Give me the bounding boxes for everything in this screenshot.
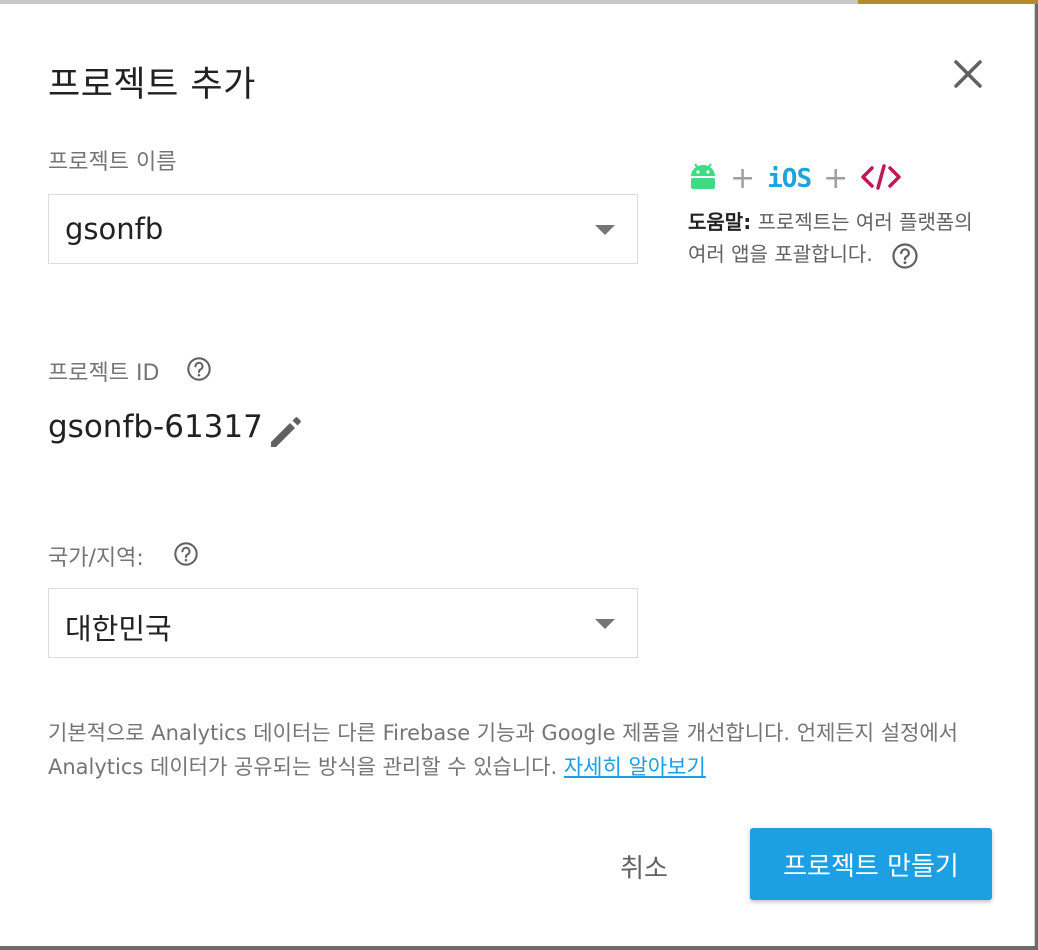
project-name-label: 프로젝트 이름 xyxy=(48,150,177,175)
analytics-notice-text: 기본적으로 Analytics 데이터는 다른 Firebase 기능과 Goo… xyxy=(48,721,958,779)
help-title: 도움말: xyxy=(688,210,752,234)
analytics-notice: 기본적으로 Analytics 데이터는 다른 Firebase 기능과 Goo… xyxy=(48,716,988,784)
edit-pencil-icon[interactable] xyxy=(266,412,306,452)
cancel-button[interactable]: 취소 xyxy=(594,836,694,896)
chevron-down-icon xyxy=(595,225,615,235)
dialog-title: 프로젝트 추가 xyxy=(48,65,256,105)
help-icon[interactable] xyxy=(186,356,212,382)
region-label: 국가/지역: xyxy=(48,546,144,571)
help-icon[interactable] xyxy=(891,242,919,270)
project-name-value: gsonfb xyxy=(65,212,164,246)
ios-icon: iOS xyxy=(767,164,812,194)
close-icon[interactable] xyxy=(950,56,986,92)
create-project-button[interactable]: 프로젝트 만들기 xyxy=(750,828,992,900)
platform-icons: + iOS + xyxy=(688,162,902,196)
project-id-label: 프로젝트 ID xyxy=(48,361,160,386)
plus-icon: + xyxy=(823,161,849,196)
web-code-icon xyxy=(860,162,902,196)
add-project-dialog: 프로젝트 추가 프로젝트 이름 gsonfb + iOS + 도움말: 프로젝트… xyxy=(0,4,1035,946)
platforms-help-text: 도움말: 프로젝트는 여러 플랫폼의 여러 앱을 포괄합니다. xyxy=(688,206,988,270)
learn-more-link[interactable]: 자세히 알아보기 xyxy=(564,755,706,779)
android-icon xyxy=(688,162,718,196)
project-name-dropdown[interactable]: gsonfb xyxy=(48,194,638,264)
plus-icon: + xyxy=(730,161,756,196)
help-icon[interactable] xyxy=(173,541,199,567)
project-id-value: gsonfb-61317 xyxy=(48,409,263,445)
region-dropdown[interactable]: 대한민국 xyxy=(48,588,638,658)
region-value: 대한민국 xyxy=(65,612,172,646)
chevron-down-icon xyxy=(595,619,615,629)
